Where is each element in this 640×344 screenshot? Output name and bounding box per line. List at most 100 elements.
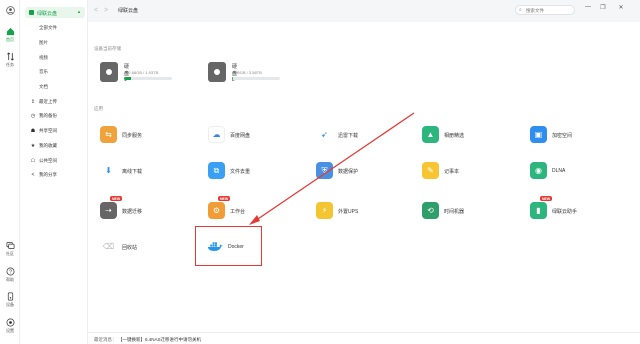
- app-label: 离线下载: [122, 168, 143, 175]
- app-encrypted-space[interactable]: ▣ 加密空间: [530, 126, 610, 150]
- app-label: 绿联云助手: [552, 208, 578, 215]
- app-notepad[interactable]: ✎ 记事本: [422, 162, 502, 186]
- apps-section-label: 应用: [94, 106, 103, 111]
- app-external-ups[interactable]: ⚡ 外置UPS: [316, 202, 396, 226]
- rail-settings[interactable]: 设置: [0, 318, 20, 334]
- home-icon: [6, 27, 14, 36]
- rail-device[interactable]: 设备: [0, 292, 20, 308]
- app-label: 数据保护: [338, 168, 359, 175]
- app-workbench[interactable]: ⚙ NEW 工作台: [208, 196, 288, 226]
- star-icon: ★: [30, 143, 36, 149]
- public-space-icon: ☖: [30, 158, 36, 164]
- sidebar-item-ugreen-drive[interactable]: 绿联云盘 ▲: [25, 7, 85, 18]
- rail-settings-label: 设置: [6, 328, 14, 333]
- settings-icon: [6, 318, 14, 327]
- sidebar: 绿联云盘 ▲ 全部文件 图片 视频 音乐 文档 ↥ 最近上传 ◷ 我的备份 ☗ …: [20, 0, 88, 344]
- time-machine-icon: ⟲: [422, 202, 439, 219]
- sidebar-head-label: 绿联云盘: [37, 10, 58, 17]
- avatar[interactable]: [0, 6, 20, 15]
- disk-usage-bar: [124, 77, 172, 80]
- help-icon: ?: [6, 267, 14, 276]
- sidebar-sub-music[interactable]: 音乐: [39, 69, 48, 75]
- rail-community-label: 社区: [6, 251, 14, 256]
- hard-disk-icon: [100, 62, 118, 82]
- app-label: 工作台: [230, 208, 246, 215]
- share-icon: <: [31, 172, 35, 178]
- app-file-dedup[interactable]: ⧉ 文件去重: [208, 162, 288, 186]
- sidebar-item-label: 共享空间: [39, 128, 57, 133]
- new-badge: NEW: [540, 196, 553, 201]
- minimize-button[interactable]: —: [583, 4, 593, 10]
- app-label: 外置UPS: [338, 208, 359, 215]
- disk-size: 262.68GB / 1.93TB: [124, 70, 159, 75]
- close-button[interactable]: ✕: [616, 4, 626, 11]
- app-label: 文件去重: [230, 168, 251, 175]
- storage-section-label: 设备当前存储: [94, 46, 121, 51]
- sidebar-item-label: 我的收藏: [39, 143, 57, 148]
- app-label: 回收站: [122, 244, 138, 251]
- app-album[interactable]: ▲ 相册精选: [422, 126, 502, 150]
- app-label: 相册精选: [444, 132, 465, 139]
- app-data-migration[interactable]: ⇢ NEW 数据迁移: [100, 196, 180, 226]
- disk-usage-fill: [124, 77, 131, 80]
- rail-help[interactable]: ? 帮助: [0, 267, 20, 283]
- disk-size: 3.95GB / 3.56TB: [232, 70, 262, 75]
- ups-shield-icon: ⚡: [316, 202, 333, 219]
- sidebar-sub-all-files[interactable]: 全部文件: [39, 25, 57, 31]
- rail-home[interactable]: 首页: [0, 27, 20, 43]
- status-label: 最近消息：: [94, 336, 117, 342]
- sidebar-sub-videos[interactable]: 视频: [39, 55, 48, 61]
- status-bar: 最近消息： 【一键换新】6.4NAS迁移进行中请勿关机: [88, 332, 640, 344]
- assistant-icon: ▮: [530, 202, 547, 219]
- rail-home-label: 首页: [6, 37, 14, 42]
- search-icon: ⌕: [519, 7, 522, 13]
- app-label: 迅雷下载: [338, 132, 359, 139]
- search-input[interactable]: [526, 7, 572, 14]
- device-icon: [7, 292, 13, 301]
- forward-button[interactable]: >: [104, 7, 108, 14]
- migration-icon: ⇢: [100, 202, 117, 219]
- rail-device-label: 设备: [6, 302, 14, 307]
- sync-service-icon: ⇆: [100, 126, 117, 143]
- app-recycle-bin[interactable]: ⌫ 回收站: [100, 238, 180, 262]
- left-rail: 首页 任务 社区 ? 帮助 设备 设置: [0, 0, 20, 344]
- app-baidu-netdisk[interactable]: ☁ 百度网盘: [208, 126, 288, 150]
- app-label: 加密空间: [552, 132, 573, 139]
- app-label: DLNA: [552, 167, 566, 174]
- new-badge: NEW: [218, 196, 231, 201]
- app-label: 时间机器: [444, 208, 465, 215]
- shield-icon: ⛨: [316, 162, 333, 179]
- thunder-bird-icon: ➹: [316, 126, 333, 143]
- new-badge: NEW: [110, 196, 123, 201]
- docker-highlight-box: [195, 226, 262, 266]
- restore-button[interactable]: ❐: [598, 4, 608, 11]
- rail-tasks[interactable]: 任务: [0, 52, 20, 68]
- app-dlna[interactable]: ◉ DLNA: [530, 162, 610, 186]
- notepad-icon: ✎: [422, 162, 439, 179]
- download-arrow-icon: ⬇: [100, 162, 117, 179]
- sidebar-sub-documents[interactable]: 文档: [39, 84, 48, 90]
- dedup-icon: ⧉: [208, 162, 225, 179]
- sidebar-item-label: 最近上传: [39, 99, 57, 104]
- status-message[interactable]: 【一键换新】6.4NAS迁移进行中请勿关机: [118, 337, 201, 343]
- main-panel: 设备当前存储 硬盘1 262.68GB / 1.93TB 硬盘2 3.95GB …: [88, 22, 640, 332]
- app-data-protection[interactable]: ⛨ 数据保护: [316, 162, 396, 186]
- upload-icon: ↥: [30, 99, 36, 105]
- rail-tasks-label: 任务: [6, 62, 14, 67]
- safe-icon: ▣: [530, 126, 547, 143]
- app-time-machine[interactable]: ⟲ 时间机器: [422, 202, 502, 226]
- shared-space-icon: ☗: [30, 128, 36, 134]
- app-ugreen-assistant[interactable]: ▮ NEW 绿联云助手: [530, 196, 610, 226]
- app-thunder-download[interactable]: ➹ 迅雷下载: [316, 126, 396, 150]
- rail-community[interactable]: 社区: [0, 241, 20, 257]
- hard-disk-icon: [208, 62, 226, 82]
- backup-icon: ◷: [30, 113, 36, 119]
- sidebar-sub-photos[interactable]: 图片: [39, 40, 48, 46]
- community-icon: [6, 241, 14, 250]
- dlna-icon: ◉: [530, 162, 547, 179]
- sidebar-item-label: 我的分享: [39, 172, 57, 177]
- app-offline-download[interactable]: ⬇ 离线下载: [100, 162, 180, 186]
- back-button[interactable]: <: [94, 7, 98, 14]
- search-box[interactable]: ⌕: [515, 5, 575, 15]
- app-sync-service[interactable]: ⇆ 同步服务: [100, 126, 180, 150]
